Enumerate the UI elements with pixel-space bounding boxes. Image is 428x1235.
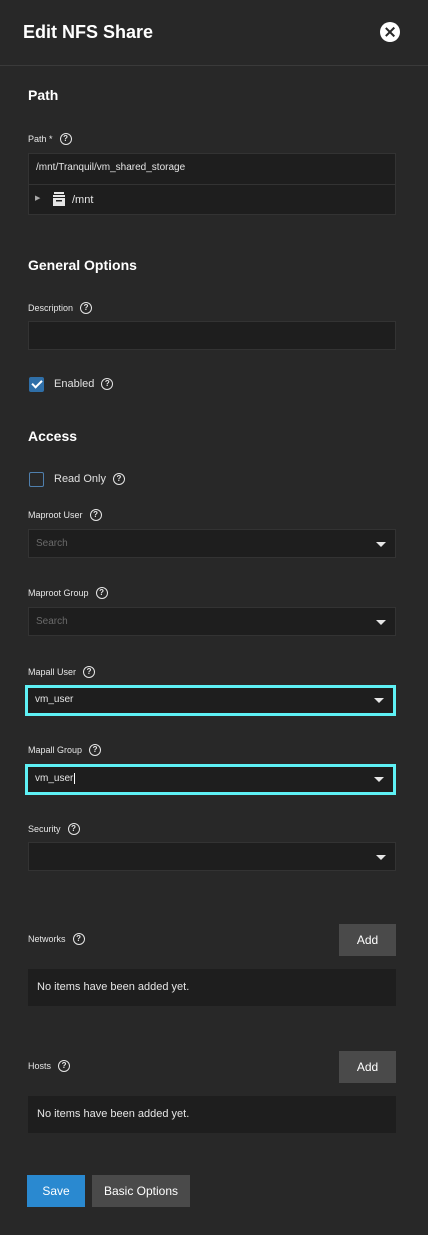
maproot-user-search[interactable]: Search <box>36 538 68 549</box>
help-icon[interactable]: ? <box>80 302 93 314</box>
tree-node-label: /mnt <box>72 194 94 206</box>
mapall-group-input[interactable]: vm_user <box>35 773 76 785</box>
mapall-user-label-text: Mapall User <box>28 667 77 677</box>
chevron-down-icon[interactable] <box>374 698 384 703</box>
networks-list: No items have been added yet. <box>28 969 396 1006</box>
maproot-user-label-text: Maproot User <box>28 510 83 520</box>
tree-node-mnt[interactable]: ▶ /mnt <box>29 184 395 215</box>
mapall-group-select[interactable]: vm_user <box>25 764 396 795</box>
mapall-user-select[interactable]: vm_user <box>25 685 396 716</box>
mapall-user-label: Mapall User ? <box>28 666 96 678</box>
help-icon[interactable]: ? <box>112 473 125 485</box>
path-section-title: Path <box>28 87 59 103</box>
access-section-title: Access <box>28 428 78 444</box>
enabled-checkbox[interactable] <box>29 377 44 392</box>
expand-arrow-icon[interactable]: ▶ <box>35 194 40 202</box>
dataset-icon <box>53 192 65 206</box>
save-button[interactable]: Save <box>27 1175 85 1207</box>
close-icon[interactable] <box>380 22 400 42</box>
help-icon[interactable]: ? <box>89 744 102 756</box>
security-label: Security ? <box>28 823 80 835</box>
maproot-user-select[interactable]: Search <box>28 529 396 558</box>
description-label: Description ? <box>28 302 93 314</box>
help-icon[interactable]: ? <box>72 933 85 945</box>
mapall-user-value[interactable]: vm_user <box>35 694 73 705</box>
help-icon[interactable]: ? <box>101 378 114 390</box>
maproot-group-label: Maproot Group ? <box>28 587 108 599</box>
path-explorer: /mnt/Tranquil/vm_shared_storage ▶ /mnt <box>28 153 396 215</box>
path-label-text: Path * <box>28 134 53 144</box>
read-only-label-text: Read Only <box>54 473 106 485</box>
chevron-down-icon[interactable] <box>376 855 386 860</box>
enabled-label: Enabled ? <box>54 378 114 390</box>
help-icon[interactable]: ? <box>59 133 72 145</box>
help-icon[interactable]: ? <box>67 823 80 835</box>
maproot-group-select[interactable]: Search <box>28 607 396 636</box>
read-only-checkbox[interactable] <box>29 472 44 487</box>
mapall-group-label-text: Mapall Group <box>28 745 83 755</box>
networks-label: Networks ? <box>28 933 85 945</box>
maproot-user-label: Maproot User ? <box>28 509 102 521</box>
help-icon[interactable]: ? <box>83 666 96 678</box>
description-label-text: Description <box>28 303 74 313</box>
dialog-title: Edit NFS Share <box>23 22 154 42</box>
description-field[interactable] <box>28 321 396 350</box>
networks-label-text: Networks <box>28 934 66 944</box>
maproot-group-search[interactable]: Search <box>36 616 68 627</box>
hosts-list: No items have been added yet. <box>28 1096 396 1133</box>
networks-empty-text: No items have been added yet. <box>37 981 190 993</box>
mapall-group-label: Mapall Group ? <box>28 744 102 756</box>
hosts-label: Hosts ? <box>28 1060 71 1072</box>
basic-options-button[interactable]: Basic Options <box>92 1175 190 1207</box>
text-cursor <box>74 773 76 784</box>
chevron-down-icon[interactable] <box>376 620 386 625</box>
add-host-button[interactable]: Add <box>339 1051 396 1083</box>
security-select[interactable] <box>28 842 396 871</box>
help-icon[interactable]: ? <box>89 509 102 521</box>
mapall-group-value: vm_user <box>35 773 74 785</box>
hosts-empty-text: No items have been added yet. <box>37 1108 190 1120</box>
add-network-button[interactable]: Add <box>339 924 396 956</box>
general-section-title: General Options <box>28 257 137 273</box>
help-icon[interactable]: ? <box>58 1060 71 1072</box>
dialog-header: Edit NFS Share <box>0 0 428 66</box>
chevron-down-icon[interactable] <box>376 542 386 547</box>
path-label: Path * ? <box>28 133 72 145</box>
path-input[interactable]: /mnt/Tranquil/vm_shared_storage <box>36 162 185 173</box>
enabled-label-text: Enabled <box>54 378 95 390</box>
maproot-group-label-text: Maproot Group <box>28 588 89 598</box>
security-label-text: Security <box>28 824 61 834</box>
help-icon[interactable]: ? <box>95 587 108 599</box>
chevron-down-icon[interactable] <box>374 777 384 782</box>
hosts-label-text: Hosts <box>28 1061 52 1071</box>
read-only-label: Read Only ? <box>54 473 125 485</box>
